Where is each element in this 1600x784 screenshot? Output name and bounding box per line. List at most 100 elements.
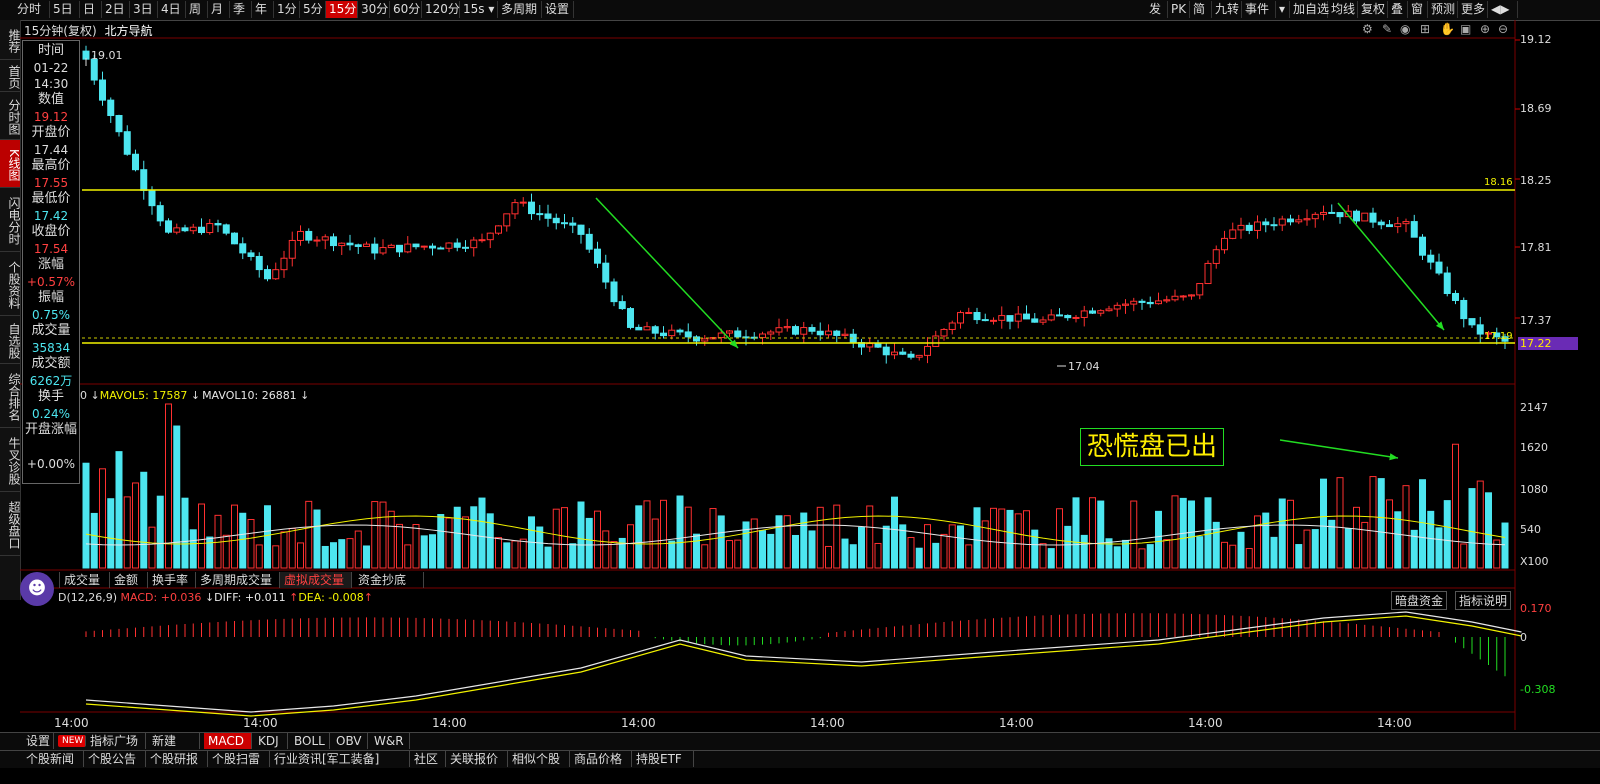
candle-body	[1402, 221, 1410, 225]
volume-bar	[932, 542, 940, 569]
volume-bar	[1270, 536, 1278, 569]
candle-body	[1039, 319, 1047, 323]
candle-body	[511, 202, 519, 215]
volume-bar	[610, 541, 618, 569]
macd-axis-label: 0	[1520, 631, 1527, 644]
indicator-bar: 设置 NEW 指标广场 新建 MACD KDJ BOLL OBV W&R	[0, 732, 1600, 750]
volume-bar	[1006, 509, 1014, 569]
annotation-box[interactable]: 恐慌盘已出	[1080, 428, 1225, 466]
volume-bar	[569, 543, 577, 569]
candle-body	[1047, 314, 1055, 321]
volume-bar	[742, 521, 750, 569]
indicator-help-button[interactable]: 指标说明	[1455, 591, 1512, 610]
time-tick-label: 14:00	[432, 716, 467, 730]
candle-body	[585, 233, 593, 250]
candle-body	[1287, 218, 1294, 223]
candle-body	[1270, 224, 1278, 227]
candle-body	[346, 242, 354, 246]
info-value: 17.44	[33, 143, 69, 157]
time-tick-label: 14:00	[999, 716, 1034, 730]
info-label: 换手	[37, 389, 64, 404]
info-tab[interactable]: 个股研报	[146, 751, 208, 767]
sub-indicator-tab[interactable]: 成交量	[60, 572, 110, 588]
create-button[interactable]: 新建	[148, 733, 200, 749]
new-badge[interactable]: NEW	[58, 735, 86, 747]
assistant-avatar-icon[interactable]: ☻	[20, 572, 54, 606]
indicator-plaza-button[interactable]: 指标广场	[86, 733, 146, 749]
candle-body	[1311, 213, 1319, 220]
candle-body	[561, 222, 568, 225]
info-tab[interactable]: 个股扫雷	[208, 751, 270, 767]
volume-bar	[1501, 522, 1509, 569]
volume-bar	[1386, 499, 1393, 569]
price-axis-label: 18.25	[1520, 174, 1552, 187]
indicator-tab[interactable]: W&R	[370, 733, 410, 749]
volume-bar	[404, 544, 412, 569]
candle-body	[544, 213, 552, 219]
info-tab[interactable]: 社区	[410, 751, 446, 767]
time-tick-label: 14:00	[54, 716, 89, 730]
volume-bar	[420, 535, 428, 569]
sub-indicator-tab[interactable]: 换手率	[148, 572, 196, 588]
info-tab[interactable]: 个股公告	[84, 751, 146, 767]
info-tab[interactable]: 关联报价	[446, 751, 508, 767]
candle-body	[297, 230, 304, 241]
volume-bar	[115, 451, 123, 569]
candle-body	[445, 242, 453, 249]
info-tab[interactable]: 商品价格	[570, 751, 632, 767]
volume-bar	[792, 534, 799, 569]
settings-button[interactable]: 设置	[22, 733, 54, 749]
resistance-line-label: 18.16	[1484, 177, 1513, 188]
candle-body	[577, 224, 585, 235]
trend-arrow	[595, 197, 739, 349]
sub-indicator-tab[interactable]: 多周期成交量	[196, 572, 280, 588]
indicator-tab[interactable]: OBV	[332, 733, 368, 749]
candle-body	[792, 326, 799, 335]
current-price-marker: 17.22	[1518, 337, 1578, 350]
indicator-tab[interactable]: MACD	[204, 733, 252, 749]
support-line-label: 17.19	[1484, 331, 1513, 342]
sub-indicator-tab[interactable]: 资金抄底	[354, 572, 424, 588]
sub-indicator-tab[interactable]: 虚拟成交量	[280, 572, 352, 588]
volume-bar	[148, 526, 156, 569]
indicator-tab[interactable]: BOLL	[290, 733, 330, 749]
candle-body	[239, 243, 247, 254]
candle-body	[313, 239, 321, 242]
candle-body	[1064, 314, 1072, 319]
volume-bar	[387, 510, 395, 569]
candle-body	[453, 242, 461, 248]
info-tab[interactable]: 行业资讯[军工装备]	[270, 751, 410, 767]
candle-body	[635, 326, 643, 331]
volume-bar	[1188, 500, 1195, 569]
volume-bar	[140, 471, 148, 569]
candle-body	[866, 342, 874, 348]
candle-body	[825, 330, 832, 336]
candle-body	[321, 236, 329, 241]
info-tab[interactable]: 相似个股	[508, 751, 570, 767]
candle-body	[528, 201, 535, 215]
info-tab[interactable]: 持股ETF	[632, 751, 694, 767]
volume-bar	[907, 537, 915, 569]
candle-body	[1196, 283, 1204, 296]
candle-body	[437, 247, 445, 250]
info-value: +0.00%	[26, 457, 76, 471]
candle-body	[808, 327, 816, 332]
volume-bar	[1394, 511, 1402, 569]
candle-body	[123, 131, 131, 155]
volume-bar	[503, 542, 511, 569]
indicator-tab[interactable]: KDJ	[254, 733, 288, 749]
time-tick-label: 14:00	[810, 716, 845, 730]
info-value: 35834	[31, 341, 71, 355]
mavol5-value: MAVOL5: 17587	[99, 389, 188, 402]
dark-pool-button[interactable]: 暗盘资金	[1391, 591, 1448, 610]
candle-body	[882, 346, 890, 356]
candle-body	[305, 230, 313, 241]
volume-bar	[123, 496, 131, 569]
sub-indicator-tab[interactable]: 金额	[110, 572, 148, 588]
info-tab[interactable]: 个股新闻	[22, 751, 84, 767]
volume-bar	[412, 524, 420, 569]
info-label: 时间	[37, 43, 64, 58]
candle-body	[552, 217, 560, 224]
volume-bar	[371, 501, 379, 569]
candle-body	[948, 322, 956, 330]
